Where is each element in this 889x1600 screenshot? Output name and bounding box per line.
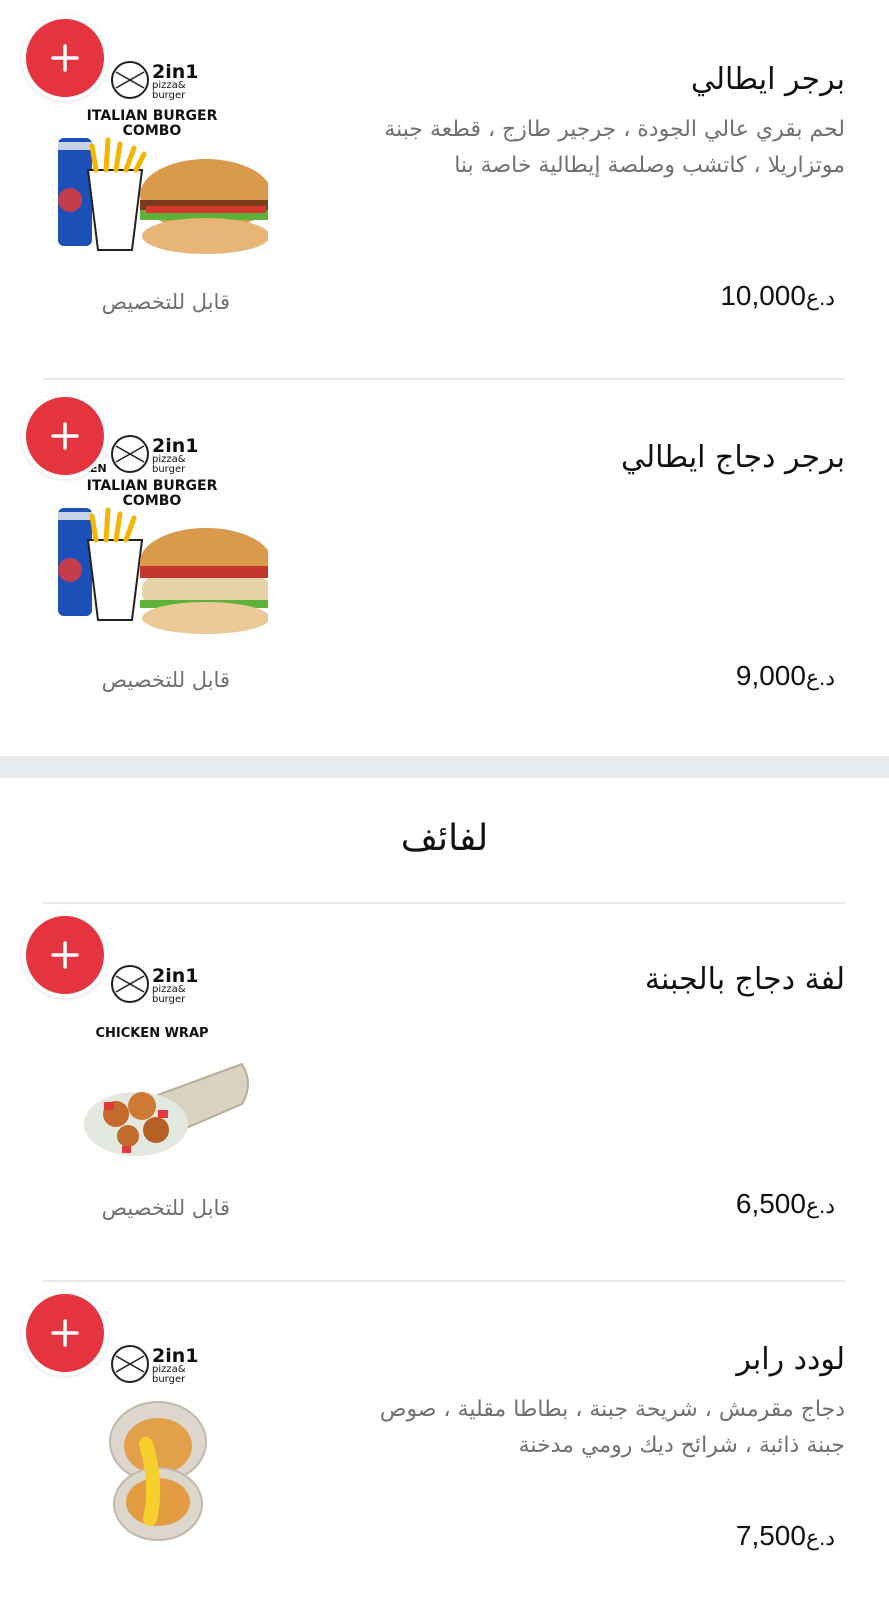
item-name: برجر ايطالي	[690, 62, 845, 97]
customizable-label: قابل للتخصيص	[101, 290, 230, 314]
item-name: لودد رابر	[736, 1342, 845, 1377]
item-description: دجاج مقرمش ، شريحة جبنة ، بطاطا مقلية ، …	[379, 1397, 845, 1458]
plus-icon	[51, 44, 79, 72]
customizable-label: قابل للتخصيص	[101, 668, 230, 692]
price-value: 6,500	[735, 1188, 806, 1219]
brand-sub2: burger	[152, 1374, 186, 1385]
image-caption-1: ITALIAN BURGER	[87, 108, 218, 124]
price-currency: د.ع	[805, 665, 835, 690]
section-separator	[0, 756, 889, 778]
item-divider	[43, 1280, 845, 1282]
image-caption-2: COMBO	[123, 123, 182, 139]
add-button[interactable]	[22, 1290, 108, 1376]
item-name: لفة دجاج بالجبنة	[644, 962, 845, 997]
item-price: 7,500د.ع	[736, 1520, 843, 1552]
brand-sub2: burger	[152, 90, 186, 101]
price-currency: د.ع	[805, 1525, 835, 1550]
section-divider	[43, 902, 845, 904]
plus-icon	[51, 941, 79, 969]
item-divider	[43, 378, 845, 380]
section-title: لفائف	[400, 818, 489, 859]
image-caption-1: ITALIAN BURGER	[87, 478, 218, 494]
plus-icon	[51, 422, 79, 450]
customizable-label: قابل للتخصيص	[101, 1196, 230, 1220]
price-currency: د.ع	[805, 285, 835, 310]
item-price: 6,500د.ع	[736, 1188, 843, 1220]
plus-icon	[51, 1319, 79, 1347]
price-value: 9,000	[735, 660, 806, 691]
item-price: 10,000د.ع	[720, 280, 843, 312]
item-description: لحم بقري عالي الجودة ، جرجير طازج ، قطعة…	[384, 117, 845, 178]
image-caption-2: COMBO	[123, 493, 182, 509]
add-button[interactable]	[22, 393, 108, 479]
image-caption-1: CHICKEN WRAP	[95, 1026, 208, 1041]
item-name: برجر دجاج ايطالي	[620, 440, 845, 475]
add-button[interactable]	[22, 15, 108, 101]
brand-sub2: burger	[152, 994, 186, 1005]
item-price: 9,000د.ع	[736, 660, 843, 692]
price-value: 7,500	[735, 1520, 806, 1551]
price-value: 10,000	[720, 280, 806, 311]
add-button[interactable]	[22, 912, 108, 998]
price-currency: د.ع	[805, 1193, 835, 1218]
brand-sub2: burger	[152, 464, 186, 475]
